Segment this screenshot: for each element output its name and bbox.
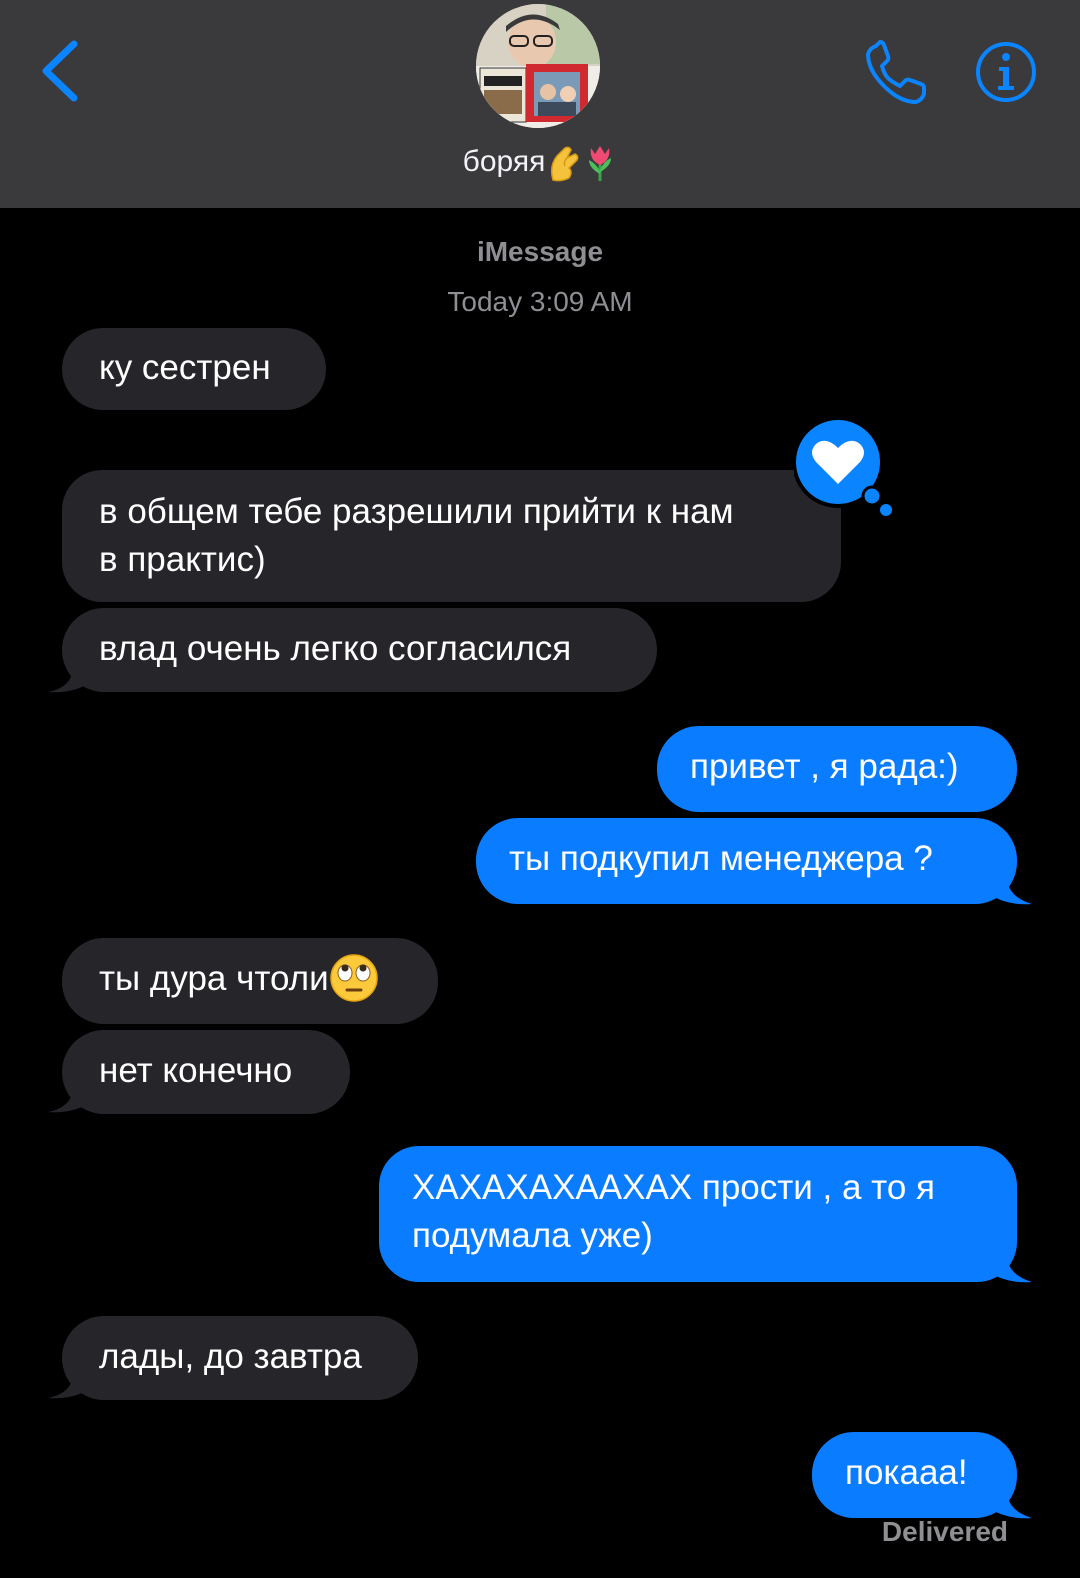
message-text: покааа! bbox=[845, 1453, 968, 1492]
incoming-message[interactable]: ку сестрен bbox=[62, 328, 326, 410]
message-text: ты дура чтоли bbox=[99, 959, 329, 998]
chevron-left-icon bbox=[42, 40, 78, 102]
contact-avatar[interactable] bbox=[476, 4, 600, 128]
tulip-emoji bbox=[589, 146, 612, 182]
message-text: нет конечно bbox=[99, 1051, 293, 1090]
incoming-message[interactable]: ты дура чтоли bbox=[62, 938, 438, 1024]
phone-icon bbox=[866, 40, 926, 104]
contact-name[interactable]: боряя bbox=[0, 140, 1080, 184]
message-text: привет , я рада:) bbox=[690, 747, 959, 786]
bubble-tail bbox=[988, 866, 1032, 905]
messages-screen: боряя iMessage Today 3:09 AM ку сестрен … bbox=[0, 0, 1080, 1578]
conversation-header: боряя bbox=[0, 0, 1080, 208]
pinching-hand-emoji bbox=[551, 146, 579, 182]
message-text: лады, до завтра bbox=[99, 1337, 362, 1376]
bubble-tail bbox=[48, 656, 92, 693]
face-with-rolling-eyes-emoji bbox=[329, 954, 378, 1002]
back-button[interactable] bbox=[36, 36, 92, 106]
message-text: ку сестрен bbox=[99, 348, 271, 387]
bubble-tail bbox=[988, 1244, 1032, 1283]
avatar-photo bbox=[476, 4, 600, 128]
bubble-tail bbox=[48, 1076, 92, 1113]
incoming-message[interactable]: нет конечно bbox=[62, 1030, 350, 1114]
outgoing-message[interactable]: ХАХАХАХААХАХ прости , а то я подумала уж… bbox=[379, 1146, 1017, 1282]
message-text: влад очень легко согласился bbox=[99, 629, 572, 668]
message-text-line: в практис) bbox=[99, 540, 266, 579]
contact-name-text: боряя bbox=[462, 145, 546, 178]
bubble-tail bbox=[988, 1480, 1032, 1519]
timestamp: Today 3:09 AM bbox=[447, 286, 633, 317]
message-text-line: ХАХАХАХААХАХ прости , а то я bbox=[412, 1168, 935, 1207]
call-button[interactable] bbox=[862, 40, 930, 108]
incoming-message[interactable]: влад очень легко согласился bbox=[62, 608, 657, 692]
message-text-line: в общем тебе разрешили прийти к нам bbox=[99, 492, 734, 531]
details-button[interactable] bbox=[974, 40, 1038, 104]
incoming-message[interactable]: в общем тебе разрешили прийти к нам в пр… bbox=[62, 470, 841, 602]
info-icon bbox=[976, 42, 1036, 102]
bubble-tail bbox=[48, 1362, 92, 1399]
incoming-message[interactable]: лады, до завтра bbox=[62, 1316, 418, 1400]
outgoing-message[interactable]: привет , я рада:) bbox=[657, 726, 1017, 812]
delivery-status: Delivered bbox=[881, 1516, 1008, 1547]
heart-reaction-icon[interactable] bbox=[794, 418, 898, 522]
service-label: iMessage bbox=[476, 236, 604, 267]
message-text-line: подумала уже) bbox=[412, 1216, 653, 1255]
message-text: ты подкупил менеджера ? bbox=[509, 839, 933, 878]
outgoing-message[interactable]: ты подкупил менеджера ? bbox=[476, 818, 1017, 904]
